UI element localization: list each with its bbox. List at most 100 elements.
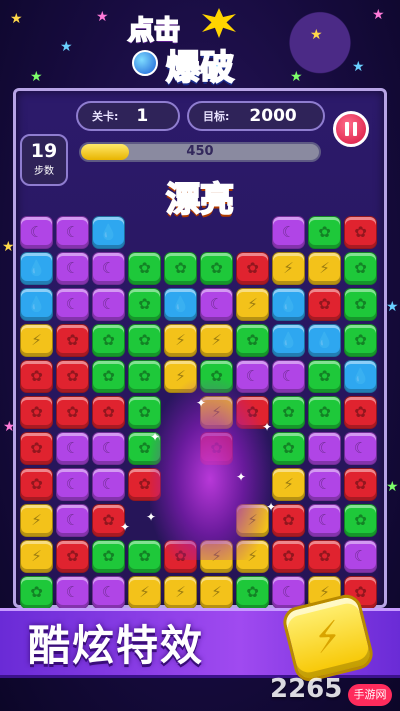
tile-purple[interactable]: ☾ (200, 288, 233, 321)
tile-yellow[interactable]: ⚡ (236, 288, 269, 321)
sparkle-icon: ✦ (150, 430, 161, 444)
tile-green[interactable]: ✿ (128, 324, 161, 357)
tile-green[interactable]: ✿ (92, 360, 125, 393)
tile-red[interactable]: ✿ (92, 396, 125, 429)
tile-red[interactable]: ✿ (20, 360, 53, 393)
tile-green[interactable]: ✿ (272, 432, 305, 465)
star-icon: ★ (30, 69, 43, 85)
tile-blue[interactable]: 💧 (20, 252, 53, 285)
tile-red[interactable]: ✿ (20, 396, 53, 429)
tile-yellow[interactable]: ⚡ (164, 576, 197, 609)
tile-red[interactable]: ✿ (344, 216, 377, 249)
tile-purple[interactable]: ☾ (56, 216, 89, 249)
tile-red[interactable]: ✿ (344, 468, 377, 501)
tile-red[interactable]: ✿ (56, 360, 89, 393)
tile-red[interactable]: ✿ (344, 396, 377, 429)
tile-purple[interactable]: ☾ (56, 288, 89, 321)
tile-purple[interactable]: ☾ (20, 216, 53, 249)
tile-purple[interactable]: ☾ (56, 576, 89, 609)
tile-blue[interactable]: 💧 (272, 288, 305, 321)
level-pill: 关卡: 1 (76, 101, 180, 131)
tile-blue[interactable]: 💧 (344, 360, 377, 393)
tile-purple[interactable]: ☾ (92, 468, 125, 501)
star-icon: ★ (310, 27, 323, 43)
tile-red[interactable]: ✿ (56, 540, 89, 573)
level-value: 1 (136, 106, 149, 126)
tile-purple[interactable]: ☾ (56, 468, 89, 501)
tile-purple[interactable]: ☾ (272, 360, 305, 393)
sparkle-icon: ✦ (262, 420, 273, 434)
tile-blue[interactable]: 💧 (20, 288, 53, 321)
tile-purple[interactable]: ☾ (92, 576, 125, 609)
star-icon: ★ (60, 39, 73, 55)
tile-yellow[interactable]: ⚡ (272, 252, 305, 285)
tile-yellow[interactable]: ⚡ (20, 504, 53, 537)
tile-blue[interactable]: 💧 (272, 324, 305, 357)
tile-green[interactable]: ✿ (344, 324, 377, 357)
tile-red[interactable]: ✿ (20, 468, 53, 501)
tile-yellow[interactable]: ⚡ (164, 324, 197, 357)
tile-yellow[interactable]: ⚡ (20, 324, 53, 357)
tile-green[interactable]: ✿ (200, 252, 233, 285)
tile-red[interactable]: ✿ (308, 540, 341, 573)
tile-purple[interactable]: ☾ (92, 432, 125, 465)
tile-green[interactable]: ✿ (344, 288, 377, 321)
tile-green[interactable]: ✿ (272, 396, 305, 429)
tile-green[interactable]: ✿ (128, 252, 161, 285)
tile-yellow[interactable]: ⚡ (200, 324, 233, 357)
logo-line2: 爆破 (165, 47, 235, 89)
tile-green[interactable]: ✿ (308, 360, 341, 393)
watermark-number: 2265 (270, 674, 343, 704)
tile-red[interactable]: ✿ (56, 324, 89, 357)
tile-green[interactable]: ✿ (308, 216, 341, 249)
tile-green[interactable]: ✿ (20, 576, 53, 609)
tile-red[interactable]: ✿ (236, 252, 269, 285)
tile-blue[interactable]: 💧 (164, 288, 197, 321)
score-progress-bar: 450 (79, 142, 321, 162)
tile-purple[interactable]: ☾ (308, 504, 341, 537)
tile-green[interactable]: ✿ (164, 252, 197, 285)
tile-purple[interactable]: ☾ (56, 432, 89, 465)
tile-yellow[interactable]: ⚡ (200, 576, 233, 609)
tile-green[interactable]: ✿ (236, 324, 269, 357)
tile-blue[interactable]: 💧 (308, 324, 341, 357)
tile-yellow[interactable]: ⚡ (272, 468, 305, 501)
target-pill: 目标: 2000 (187, 101, 325, 131)
tile-purple[interactable]: ☾ (272, 216, 305, 249)
pause-button[interactable] (333, 111, 369, 147)
tile-green[interactable]: ✿ (128, 288, 161, 321)
tile-green[interactable]: ✿ (308, 396, 341, 429)
tile-red[interactable]: ✿ (308, 288, 341, 321)
tile-purple[interactable]: ☾ (92, 288, 125, 321)
watermark-site: 手游网 (348, 684, 392, 706)
tile-red[interactable]: ✿ (56, 396, 89, 429)
pause-icon (345, 122, 349, 136)
tile-yellow[interactable]: ⚡ (128, 576, 161, 609)
banner-text: 酷炫特效 (28, 621, 205, 670)
tile-blue[interactable]: 💧 (92, 216, 125, 249)
tile-purple[interactable]: ☾ (308, 468, 341, 501)
tile-purple[interactable]: ☾ (56, 504, 89, 537)
tile-red[interactable]: ✿ (20, 432, 53, 465)
tile-yellow[interactable]: ⚡ (20, 540, 53, 573)
tile-green[interactable]: ✿ (344, 252, 377, 285)
tile-green[interactable]: ✿ (344, 504, 377, 537)
tile-purple[interactable]: ☾ (344, 432, 377, 465)
pause-icon (353, 122, 357, 136)
tile-purple[interactable]: ☾ (92, 252, 125, 285)
tile-yellow[interactable]: ⚡ (308, 252, 341, 285)
tile-purple[interactable]: ☾ (272, 576, 305, 609)
tile-red[interactable]: ✿ (272, 504, 305, 537)
tile-green[interactable]: ✿ (92, 324, 125, 357)
tile-purple[interactable]: ☾ (308, 432, 341, 465)
star-icon: ★ (372, 7, 385, 23)
tile-purple[interactable]: ☾ (56, 252, 89, 285)
sparkle-icon: ✦ (236, 470, 247, 484)
tile-green[interactable]: ✿ (92, 540, 125, 573)
tile-purple[interactable]: ☾ (344, 540, 377, 573)
tile-green[interactable]: ✿ (236, 576, 269, 609)
star-icon: ★ (386, 299, 399, 315)
star-icon: ★ (96, 9, 109, 25)
tile-red[interactable]: ✿ (272, 540, 305, 573)
steps-value: 19 (30, 140, 58, 162)
